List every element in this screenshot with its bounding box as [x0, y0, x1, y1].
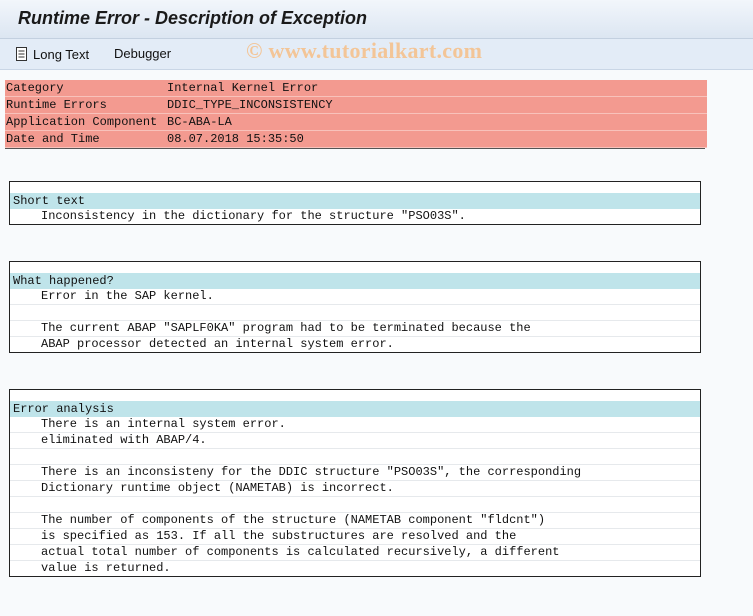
section-line: value is returned.	[41, 561, 171, 575]
runtime-errors-label: Runtime Errors	[6, 98, 107, 112]
category-value: Internal Kernel Error	[167, 81, 319, 95]
section-line: Inconsistency in the dictionary for the …	[41, 209, 466, 223]
watermark: © www.tutorialkart.com	[246, 38, 483, 63]
debugger-button[interactable]: Debugger	[114, 46, 171, 61]
section-line	[10, 497, 700, 513]
section-line: Error in the SAP kernel.	[10, 289, 700, 305]
category-label: Category	[6, 81, 64, 95]
short-text-section: Short text Inconsistency in the dictiona…	[9, 181, 701, 225]
section-line: eliminated with ABAP/4.	[10, 433, 700, 449]
header-row-date-time: Date and Time 08.07.2018 15:35:50	[5, 131, 707, 148]
section-title: Error analysis	[10, 401, 700, 417]
section-line	[10, 449, 700, 465]
header-row-runtime-errors: Runtime Errors DDIC_TYPE_INCONSISTENCY	[5, 97, 707, 114]
error-analysis-section: Error analysis There is an internal syst…	[9, 389, 701, 577]
error-content: Category Internal Kernel Error Runtime E…	[0, 70, 753, 616]
runtime-errors-value: DDIC_TYPE_INCONSISTENCY	[167, 98, 333, 112]
section-line: is specified as 153. If all the substruc…	[10, 529, 700, 545]
section-line: Dictionary runtime object (NAMETAB) is i…	[10, 481, 700, 497]
section-line: The number of components of the structur…	[10, 513, 700, 529]
section-line: ABAP processor detected an internal syst…	[41, 337, 394, 351]
application-component-value: BC-ABA-LA	[167, 115, 232, 129]
section-title: Short text	[10, 193, 700, 209]
error-header: Category Internal Kernel Error Runtime E…	[5, 80, 707, 148]
window-title: Runtime Error - Description of Exception	[18, 8, 368, 28]
long-text-button[interactable]: Long Text	[15, 46, 89, 62]
application-component-label: Application Component	[6, 115, 158, 129]
header-row-application-component: Application Component BC-ABA-LA	[5, 114, 707, 131]
debugger-label: Debugger	[114, 46, 172, 61]
what-happened-section: What happened? Error in the SAP kernel. …	[9, 261, 701, 353]
section-line	[10, 305, 700, 321]
header-divider	[5, 148, 705, 149]
section-line: There is an internal system error.	[10, 417, 700, 433]
title-bar: Runtime Error - Description of Exception	[0, 0, 753, 39]
document-icon	[16, 47, 27, 61]
long-text-label: Long Text	[33, 46, 90, 62]
section-line: The current ABAP "SAPLF0KA" program had …	[10, 321, 700, 337]
section-line: actual total number of components is cal…	[10, 545, 700, 561]
section-line: There is an inconsisteny for the DDIC st…	[10, 465, 700, 481]
section-title: What happened?	[10, 273, 700, 289]
date-time-value: 08.07.2018 15:35:50	[167, 132, 304, 146]
date-time-label: Date and Time	[6, 132, 100, 146]
header-row-category: Category Internal Kernel Error	[5, 80, 707, 97]
